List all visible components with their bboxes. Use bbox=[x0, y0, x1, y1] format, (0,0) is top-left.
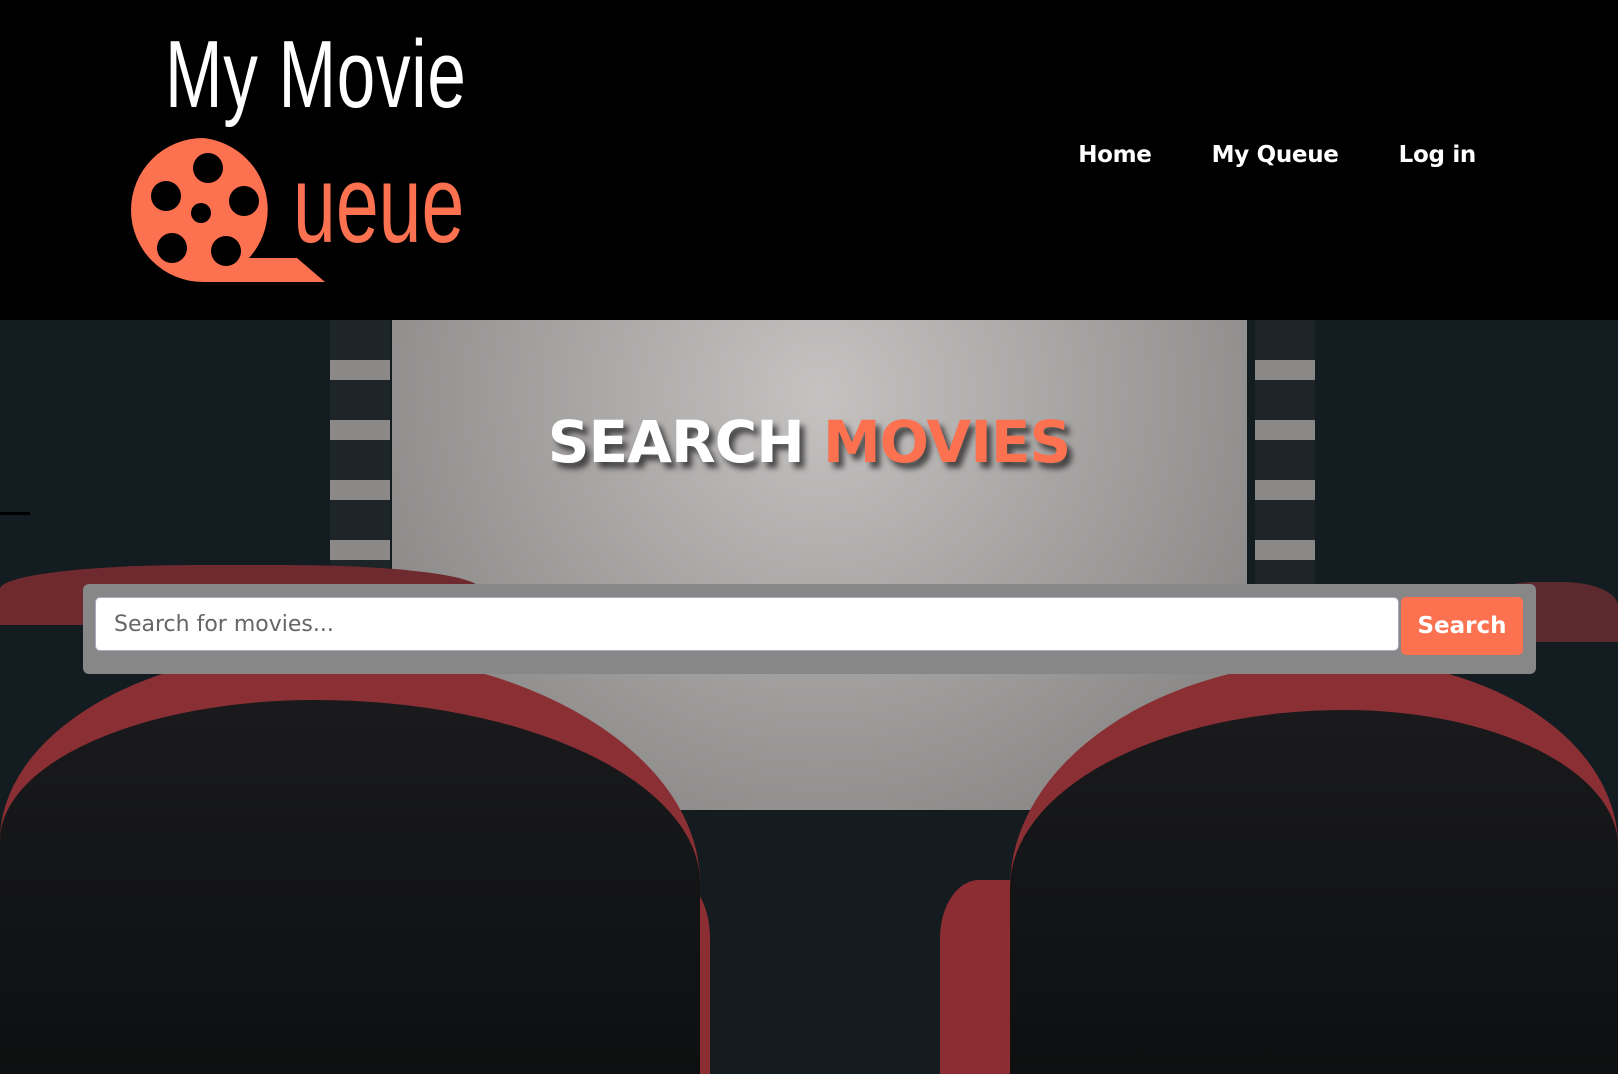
nav-home[interactable]: Home bbox=[1078, 142, 1152, 168]
nav-log-in[interactable]: Log in bbox=[1399, 142, 1477, 168]
search-input[interactable] bbox=[95, 597, 1399, 651]
page-title: SEARCH MOVIES bbox=[0, 408, 1618, 476]
logo[interactable]: My Movie ueue bbox=[125, 25, 505, 290]
main-nav: Home My Queue Log in bbox=[1078, 142, 1476, 168]
search-button[interactable]: Search bbox=[1401, 597, 1523, 655]
title-plain: SEARCH bbox=[547, 408, 805, 476]
site-header: My Movie ueue Home My Queue Log in bbox=[0, 0, 1618, 320]
logo-text-my-movie: My Movie bbox=[165, 21, 467, 128]
title-accent: MOVIES bbox=[822, 408, 1071, 476]
logo-text-queue: ueue bbox=[293, 143, 465, 266]
nav-my-queue[interactable]: My Queue bbox=[1212, 142, 1339, 168]
search-panel: Search bbox=[83, 584, 1536, 674]
divider bbox=[0, 512, 30, 515]
